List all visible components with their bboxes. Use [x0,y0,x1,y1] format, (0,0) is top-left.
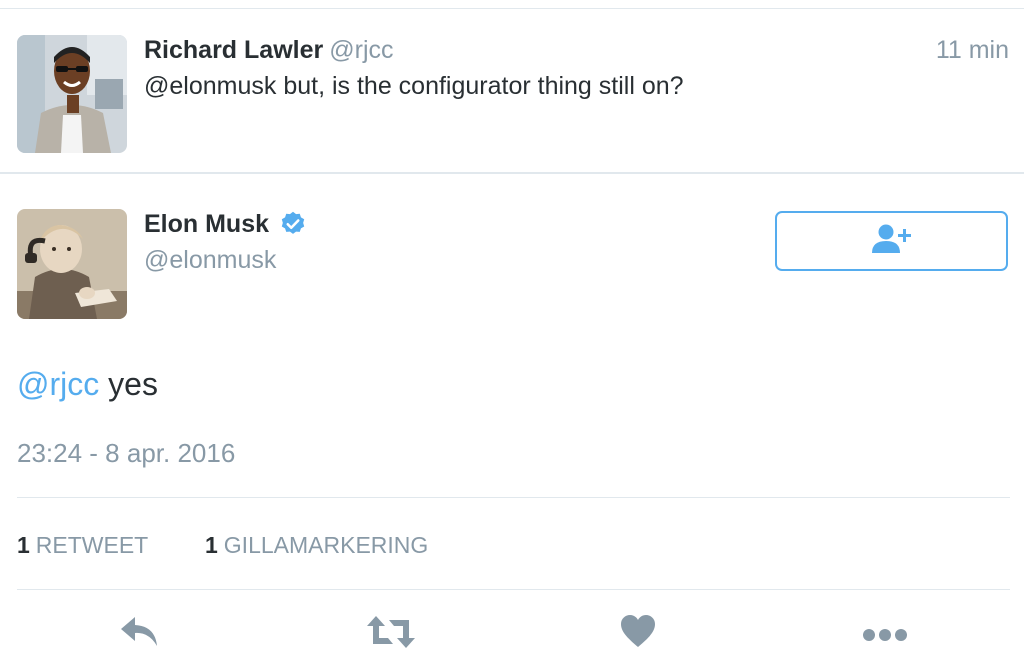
reply-avatar[interactable] [17,35,127,153]
like-button[interactable] [619,614,657,655]
reply-tweet[interactable]: Richard Lawler @rjcc 11 min @elonmusk but… [0,9,1024,172]
section-divider [0,172,1024,174]
like-label: GILLAMARKERING [223,532,429,558]
tweet-body-text: yes [99,366,158,402]
like-count: 1 [205,532,218,558]
follow-user-plus-icon [870,223,914,260]
follow-button[interactable] [775,211,1008,271]
reply-button[interactable] [118,614,162,655]
actions-top-divider [17,589,1010,590]
reply-author-handle[interactable]: @rjcc [329,36,393,64]
retweet-icon [366,614,416,655]
more-icon [861,614,909,649]
reply-header: Richard Lawler @rjcc [144,35,394,65]
like-heart-icon [620,614,656,653]
reply-icon [119,614,161,653]
retweet-label: RETWEET [35,532,149,558]
verified-badge-icon [279,210,307,238]
stats-top-divider [17,497,1010,498]
main-avatar[interactable] [17,209,127,319]
main-author-name[interactable]: Elon Musk [144,208,269,240]
reply-timestamp: 11 min [935,36,1009,64]
tweet-stats: 1 RETWEET 1 GILLAMARKERING [17,530,428,560]
retweet-button[interactable] [366,614,416,655]
reply-author-name[interactable]: Richard Lawler [144,36,323,64]
mention-link[interactable]: @rjcc [17,366,99,402]
tweet-text: @rjcc yes [17,364,158,404]
main-author-handle[interactable]: @elonmusk [144,244,276,276]
main-author-row: Elon Musk [144,208,307,240]
reply-text: @elonmusk but, is the configurator thing… [144,72,684,100]
retweet-stat[interactable]: 1 RETWEET [17,532,148,558]
like-stat[interactable]: 1 GILLAMARKERING [205,530,428,560]
tweet-timestamp: 23:24 - 8 apr. 2016 [17,438,236,468]
more-options-button[interactable] [860,614,910,655]
retweet-count: 1 [17,532,30,558]
